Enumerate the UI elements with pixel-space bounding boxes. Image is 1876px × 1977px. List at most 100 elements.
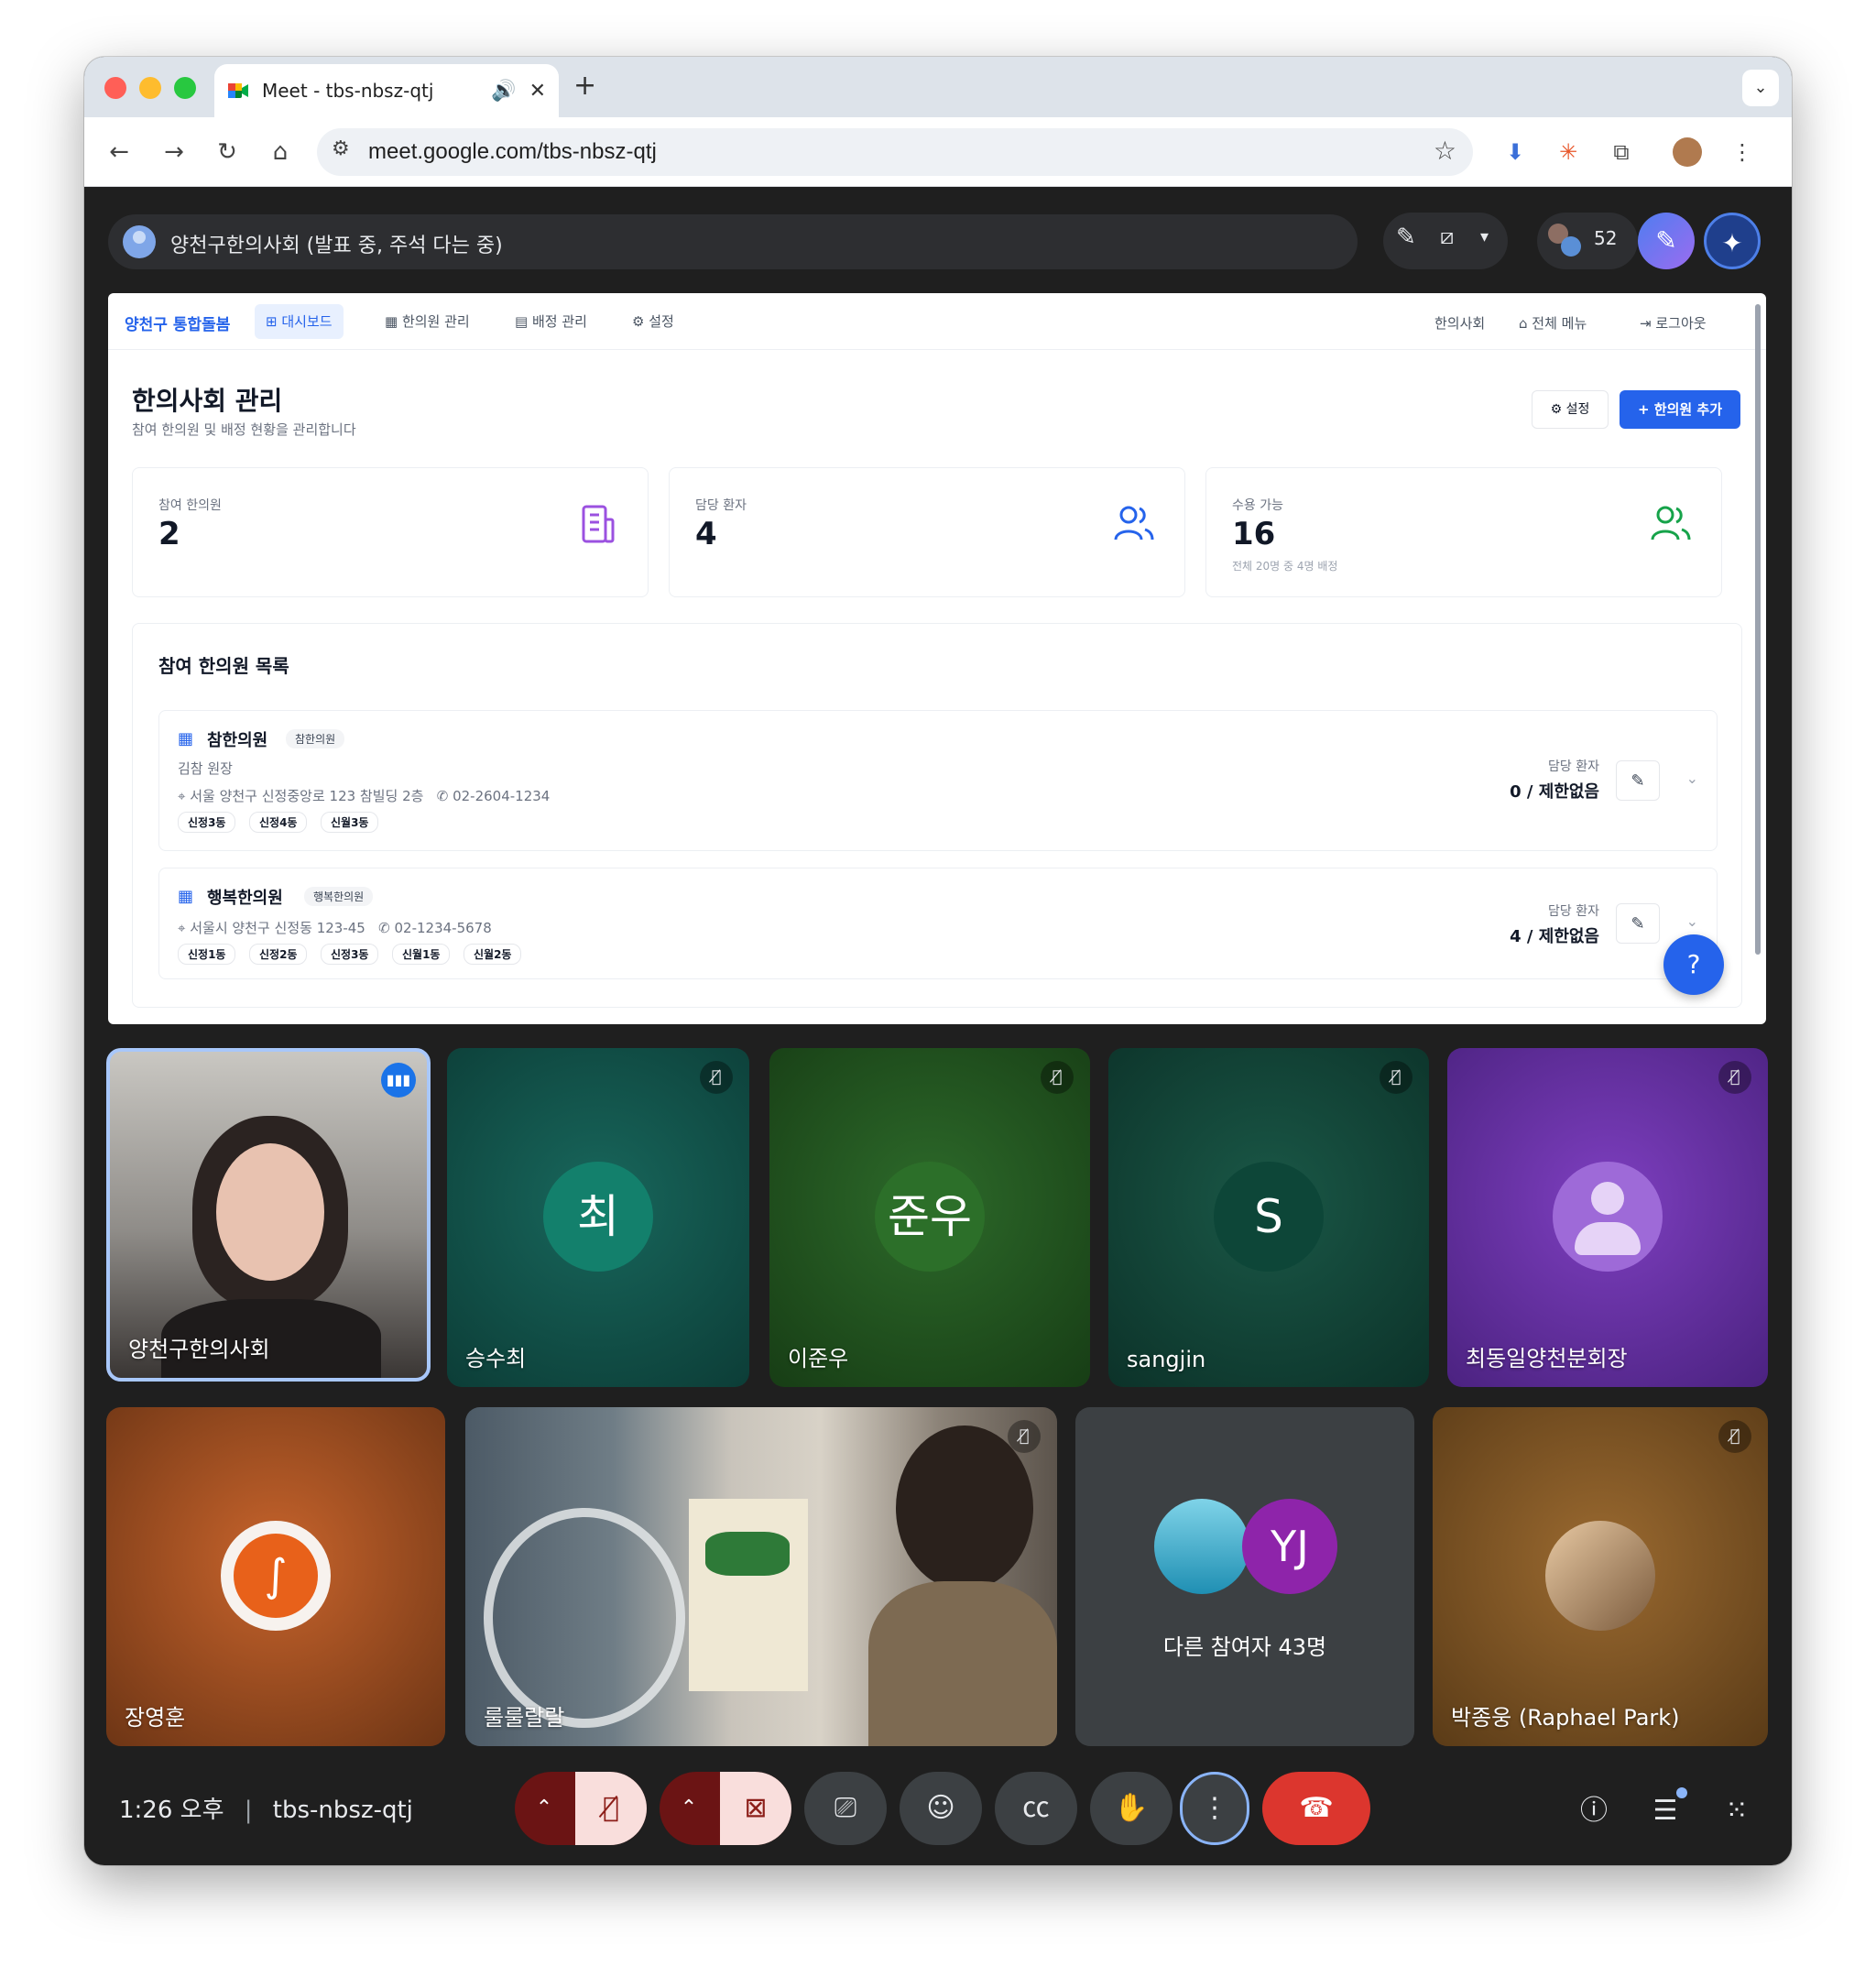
calendar-image — [705, 1532, 790, 1576]
stat-value: 2 — [158, 516, 180, 552]
expand-chevron-icon[interactable]: ⌄ — [1686, 770, 1698, 787]
activities-grid-icon[interactable]: ⁙ — [1717, 1791, 1757, 1831]
stat-label: 담당 환자 — [695, 498, 747, 513]
clinic-list-card: 참여 한의원 목록 ▦ 참한의원 참한의원 김참 원장 ⌖ 서울 양천구 신정중… — [132, 623, 1742, 1008]
participant-tile-video[interactable]: 🎙̸ 룰룰랄랄 — [465, 1407, 1057, 1746]
scrollbar-thumb[interactable] — [1755, 304, 1761, 955]
annotate-icon[interactable]: ✎ — [1396, 224, 1416, 251]
chat-notification-dot — [1676, 1787, 1687, 1798]
expand-chevron-icon[interactable]: ⌄ — [1686, 912, 1698, 930]
clinic-row[interactable]: ▦ 참한의원 참한의원 김참 원장 ⌖ 서울 양천구 신정중앙로 123 참빌딩… — [158, 710, 1718, 851]
participant-count: 52 — [1594, 227, 1618, 249]
camera-off-toggle-icon[interactable]: ⊠ — [720, 1772, 791, 1845]
ai-notes-button[interactable]: ✎ — [1638, 213, 1695, 269]
tab-settings[interactable]: ⚙ 설정 — [621, 304, 685, 339]
participant-name: 박종웅 (Raphael Park) — [1451, 1705, 1680, 1731]
participant-avatar: 준우 — [875, 1162, 985, 1272]
reload-icon[interactable]: ↻ — [209, 134, 245, 170]
participant-name: 장영훈 — [125, 1705, 186, 1731]
participant-tile[interactable]: ∫ 장영훈 — [106, 1407, 445, 1746]
users-icon — [1651, 506, 1691, 541]
settings-button-label: 설정 — [1565, 402, 1590, 417]
chat-icon[interactable]: ☰ — [1645, 1787, 1687, 1831]
bookmark-star-icon[interactable]: ☆ — [1434, 136, 1456, 166]
district-tag: 신정3동 — [178, 812, 236, 833]
presenter-banner[interactable]: 양천구한의사회 (발표 중, 주석 다는 중) — [108, 214, 1358, 269]
building-icon: ▦ — [178, 729, 194, 748]
mic-off-toggle-icon[interactable]: 🎙̸ — [575, 1772, 647, 1845]
profile-avatar[interactable] — [1669, 134, 1706, 170]
participant-avatar-sea-lion — [1154, 1499, 1249, 1594]
new-tab-button[interactable]: + — [573, 70, 596, 102]
participant-avatar: S — [1214, 1162, 1324, 1272]
back-arrow-icon[interactable]: ← — [101, 134, 137, 170]
building-icon: ▦ — [178, 887, 194, 906]
add-clinic-button[interactable]: + 한의원 추가 — [1620, 390, 1740, 429]
participant-name: 최동일양천분회장 — [1466, 1346, 1628, 1371]
hide-presentation-icon[interactable]: ⧄ — [1440, 224, 1454, 249]
participant-name: 양천구한의사회 — [128, 1337, 270, 1362]
edit-clinic-icon[interactable]: ✎ — [1616, 760, 1660, 801]
present-screen-icon[interactable]: ⎚ — [804, 1772, 887, 1845]
browser-tab[interactable]: Meet - tbs-nbsz-qtj 🔊 ✕ — [214, 64, 559, 117]
more-options-kebab-icon[interactable]: ⋮ — [1180, 1772, 1249, 1845]
tab-dashboard[interactable]: ⊞ 대시보드 — [255, 304, 344, 339]
participant-tile[interactable]: 🎙̸ 최동일양천분회장 — [1447, 1048, 1768, 1387]
tab-assignment-management[interactable]: ▤ 배정 관리 — [504, 304, 598, 339]
participants-button[interactable]: 52 — [1537, 213, 1638, 269]
settings-button[interactable]: ⚙ 설정 — [1532, 390, 1609, 429]
fan-shape — [484, 1508, 685, 1728]
address-bar[interactable]: ⚙ meet.google.com/tbs-nbsz-qtj ☆ — [317, 128, 1473, 176]
app-scrollbar[interactable] — [1753, 300, 1762, 1017]
site-info-icon[interactable]: ⚙ — [332, 137, 350, 160]
close-window-button[interactable] — [104, 77, 126, 99]
presenter-avatar — [123, 225, 156, 258]
close-tab-icon[interactable]: ✕ — [529, 80, 546, 103]
download-extension-icon[interactable]: ⬇ — [1497, 134, 1533, 170]
meeting-time: 1:26 오후 — [119, 1797, 224, 1824]
tab-clinic-management[interactable]: ▦ 한의원 관리 — [374, 304, 481, 339]
claude-extension-icon[interactable]: ✳ — [1550, 134, 1587, 170]
full-menu-link[interactable]: ⌂ 전체 메뉴 — [1519, 313, 1587, 333]
extensions-puzzle-icon[interactable]: ⧉ — [1603, 134, 1640, 170]
chat-help-button[interactable]: ? — [1663, 934, 1724, 995]
stat-value: 16 — [1232, 516, 1276, 552]
tab-search-chevron-icon[interactable]: ⌄ — [1742, 70, 1779, 106]
camera-control: ⌃ ⊠ — [660, 1772, 791, 1845]
app-brand[interactable]: 양천구 통합돌봄 — [125, 311, 230, 334]
stat-card-clinics: 참여 한의원 2 — [132, 467, 649, 597]
participant-tile-video[interactable]: ▮▮▮ 양천구한의사회 — [106, 1048, 431, 1382]
participant-tile[interactable]: 🎙̸ S sangjin — [1108, 1048, 1429, 1387]
minimize-window-button[interactable] — [139, 77, 161, 99]
meeting-details-info-icon[interactable]: ⓘ — [1574, 1791, 1614, 1831]
meeting-code: tbs-nbsz-qtj — [272, 1797, 413, 1824]
mic-off-icon: 🎙̸ — [1718, 1061, 1751, 1094]
mic-options-chevron-icon[interactable]: ⌃ — [515, 1772, 573, 1845]
participant-tile[interactable]: 🎙̸ 최 승수최 — [447, 1048, 749, 1387]
stat-card-patients: 담당 환자 4 — [669, 467, 1185, 597]
emoji-reaction-icon[interactable]: ☺ — [900, 1772, 982, 1845]
participant-tile[interactable]: 🎙̸ 박종웅 (Raphael Park) — [1433, 1407, 1768, 1746]
participant-tile[interactable]: 🎙̸ 준우 이준우 — [769, 1048, 1090, 1387]
browser-menu-kebab-icon[interactable]: ⋮ — [1724, 134, 1761, 170]
gemini-sparkle-icon[interactable]: ✦ — [1704, 213, 1761, 269]
clinic-row[interactable]: ▦ 행복한의원 행복한의원 ⌖ 서울시 양천구 신정동 123-45 ✆ 02-… — [158, 868, 1718, 979]
association-link[interactable]: 한의사회 — [1434, 313, 1485, 333]
captions-icon[interactable]: ㏄ — [995, 1772, 1077, 1845]
forward-arrow-icon[interactable]: → — [156, 134, 192, 170]
browser-toolbar: ← → ↻ ⌂ ⚙ meet.google.com/tbs-nbsz-qtj ☆… — [84, 117, 1792, 187]
speaker-icon[interactable]: 🔊 — [491, 80, 516, 103]
participant-avatar: 최 — [543, 1162, 653, 1272]
home-icon[interactable]: ⌂ — [262, 134, 299, 170]
logout-link[interactable]: ⇥ 로그아웃 — [1640, 313, 1707, 333]
camera-options-chevron-icon[interactable]: ⌃ — [660, 1772, 718, 1845]
others-tile[interactable]: YJ 다른 참여자 43명 — [1075, 1407, 1414, 1746]
participants-avatars-icon — [1548, 224, 1583, 258]
presentation-dropdown-chevron-icon[interactable]: ▾ — [1480, 227, 1489, 246]
separator: | — [244, 1797, 253, 1824]
edit-clinic-icon[interactable]: ✎ — [1616, 903, 1660, 944]
district-tag: 신정1동 — [178, 944, 236, 965]
raise-hand-icon[interactable]: ✋ — [1090, 1772, 1172, 1845]
zoom-window-button[interactable] — [174, 77, 196, 99]
leave-call-icon[interactable]: ☎ — [1262, 1772, 1370, 1845]
